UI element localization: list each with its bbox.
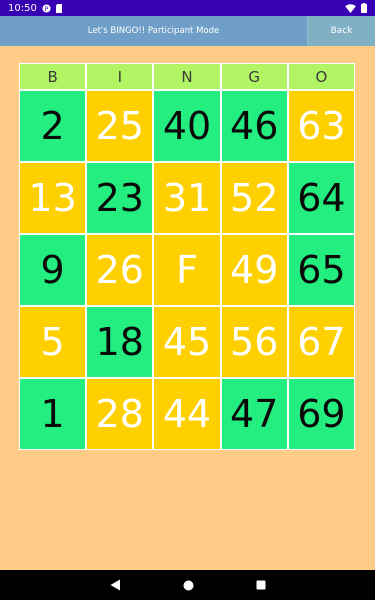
bingo-cell-r2-c3[interactable]: 31 — [154, 163, 220, 233]
back-button[interactable]: Back — [307, 16, 375, 46]
bingo-cell-r5-c4[interactable]: 47 — [221, 379, 287, 449]
bingo-cell-r1-c2[interactable]: 25 — [87, 91, 153, 161]
wifi-icon — [345, 3, 356, 13]
bingo-cell-r5-c3[interactable]: 44 — [154, 379, 220, 449]
bingo-cell-r4-c2[interactable]: 18 — [87, 307, 153, 377]
recents-square-icon[interactable] — [256, 580, 266, 590]
back-triangle-icon[interactable] — [110, 579, 121, 591]
home-circle-icon[interactable] — [183, 580, 194, 591]
bingo-cell-r3-c1[interactable]: 9 — [20, 235, 86, 305]
bingo-board: B I N G O 2 25 40 46 63 13 23 31 52 64 9 26 F 49 65 5 18 45 56 6… — [19, 63, 355, 450]
bingo-cell-r1-c3[interactable]: 40 — [154, 91, 220, 161]
screen: 10:50 P Let's BINGO!! Participant Mode B… — [0, 0, 375, 600]
column-header-g: G — [221, 64, 287, 89]
column-header-o: O — [288, 64, 354, 89]
bingo-cell-r4-c1[interactable]: 5 — [20, 307, 86, 377]
bingo-cell-r3-c3[interactable]: F — [154, 235, 220, 305]
bingo-cell-r3-c2[interactable]: 26 — [87, 235, 153, 305]
bingo-cell-r5-c1[interactable]: 1 — [20, 379, 86, 449]
bingo-cell-r1-c1[interactable]: 2 — [20, 91, 86, 161]
status-time: 10:50 — [8, 2, 37, 14]
column-header-i: I — [87, 64, 153, 89]
bingo-cell-r2-c5[interactable]: 64 — [288, 163, 354, 233]
bingo-cell-r2-c1[interactable]: 13 — [20, 163, 86, 233]
bingo-cell-r2-c2[interactable]: 23 — [87, 163, 153, 233]
battery-icon — [361, 3, 367, 13]
column-header-n: N — [154, 64, 220, 89]
bingo-cell-r5-c5[interactable]: 69 — [288, 379, 354, 449]
bingo-cell-r4-c4[interactable]: 56 — [221, 307, 287, 377]
navigation-bar — [0, 570, 375, 600]
app-title: Let's BINGO!! Participant Mode — [87, 26, 220, 36]
status-bar: 10:50 P — [0, 0, 375, 16]
app-notification-icon: P — [42, 3, 51, 13]
bingo-cell-r3-c5[interactable]: 65 — [288, 235, 354, 305]
sd-card-icon — [55, 3, 63, 13]
bingo-cell-r1-c5[interactable]: 63 — [288, 91, 354, 161]
bingo-cell-r2-c4[interactable]: 52 — [221, 163, 287, 233]
column-header-b: B — [20, 64, 86, 89]
app-bar: Let's BINGO!! Participant Mode Back — [0, 16, 375, 46]
status-right — [345, 3, 367, 13]
status-left: 10:50 P — [8, 3, 63, 14]
bingo-cell-r1-c4[interactable]: 46 — [221, 91, 287, 161]
svg-text:P: P — [44, 5, 48, 12]
bingo-cell-r3-c4[interactable]: 49 — [221, 235, 287, 305]
bingo-cell-r4-c5[interactable]: 67 — [288, 307, 354, 377]
bingo-cell-r5-c2[interactable]: 28 — [87, 379, 153, 449]
bingo-cell-r4-c3[interactable]: 45 — [154, 307, 220, 377]
